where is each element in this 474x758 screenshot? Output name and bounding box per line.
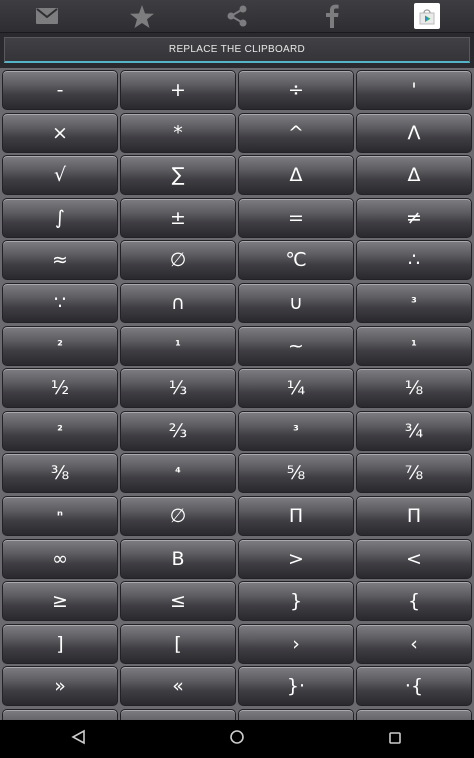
facebook-icon <box>325 4 339 28</box>
symbol-key[interactable]: ² <box>2 326 118 366</box>
symbol-key[interactable]: ∫ <box>2 198 118 238</box>
symbol-key[interactable]: ∅ <box>120 496 236 536</box>
symbol-key[interactable]: ℃ <box>238 240 354 280</box>
symbol-key[interactable]: ‹ <box>356 624 472 664</box>
symbol-key[interactable]: ] <box>2 624 118 664</box>
symbol-key[interactable]: ∴ <box>356 240 472 280</box>
symbol-key[interactable]: ⅝ <box>238 453 354 493</box>
symbol-key[interactable]: ∅ <box>120 240 236 280</box>
back-icon <box>71 729 87 749</box>
symbol-key[interactable]: } <box>238 581 354 621</box>
symbol-key[interactable]: Λ <box>356 113 472 153</box>
symbol-key[interactable]: ∩ <box>120 283 236 323</box>
symbol-key[interactable]: » <box>2 666 118 706</box>
symbol-key[interactable]: ∪ <box>238 283 354 323</box>
symbol-key[interactable]: B <box>120 539 236 579</box>
back-button[interactable] <box>49 720 109 758</box>
symbol-key[interactable]: ∵ <box>2 283 118 323</box>
symbol-key[interactable]: √ <box>2 155 118 195</box>
symbol-key[interactable]: ≠ <box>356 198 472 238</box>
symbol-key[interactable]: ¹ <box>120 326 236 366</box>
symbol-key[interactable]: ¼ <box>238 368 354 408</box>
top-action-bar <box>0 0 474 33</box>
symbol-key[interactable]: ≤ <box>120 581 236 621</box>
symbol-key[interactable]: = <box>238 198 354 238</box>
play-store-icon <box>413 3 440 29</box>
symbol-key[interactable]: ⅞ <box>356 453 472 493</box>
symbol-key[interactable] <box>120 709 236 720</box>
symbol-key[interactable]: Δ <box>356 155 472 195</box>
play-store-button[interactable] <box>379 0 474 32</box>
symbol-key[interactable]: Δ <box>238 155 354 195</box>
symbol-key[interactable]: ⁴ <box>120 453 236 493</box>
symbol-key[interactable]: × <box>2 113 118 153</box>
symbol-key[interactable]: ½ <box>2 368 118 408</box>
symbol-key[interactable]: ¾ <box>356 411 472 451</box>
symbol-key[interactable]: ^ <box>238 113 354 153</box>
mail-icon <box>36 8 59 24</box>
share-icon <box>226 5 248 27</box>
symbol-key[interactable]: ÷ <box>238 70 354 110</box>
symbol-keyboard: - + ÷ ' × * ^ Λ √ ∑ Δ Δ ∫ ± = ≠ ≈ ∅ ℃ ∴ ∵ ∩ ∪ ³ ² ¹ ~ ¹ ½ ⅓ ¼ ⅛ ² ⅔ ³ ¾ ⅜ ⁴ ⅝ ⅞… <box>0 68 474 720</box>
system-navigation-bar <box>0 720 474 758</box>
symbol-key[interactable]: - <box>2 70 118 110</box>
symbol-key[interactable]: ≈ <box>2 240 118 280</box>
symbol-key[interactable]: ∑ <box>120 155 236 195</box>
symbol-key[interactable]: < <box>356 539 472 579</box>
symbol-key[interactable]: ³ <box>238 411 354 451</box>
symbol-key[interactable]: ² <box>2 411 118 451</box>
symbol-key[interactable]: ' <box>356 70 472 110</box>
symbol-key[interactable]: ⅜ <box>2 453 118 493</box>
symbol-key[interactable]: [ <box>120 624 236 664</box>
symbol-key[interactable]: ~ <box>238 326 354 366</box>
symbol-key[interactable]: { <box>356 581 472 621</box>
star-icon <box>130 4 155 28</box>
home-button[interactable] <box>207 720 267 758</box>
symbol-key[interactable] <box>356 709 472 720</box>
share-button[interactable] <box>190 0 285 32</box>
symbol-key[interactable]: ≥ <box>2 581 118 621</box>
replace-clipboard-button[interactable]: REPLACE THE CLIPBOARD <box>4 37 470 63</box>
home-icon <box>229 729 245 749</box>
symbol-key[interactable]: ⅓ <box>120 368 236 408</box>
symbol-key[interactable]: Π <box>238 496 354 536</box>
symbol-key[interactable]: * <box>120 113 236 153</box>
symbol-key[interactable]: ∞ <box>2 539 118 579</box>
facebook-button[interactable] <box>284 0 379 32</box>
symbol-key[interactable]: « <box>120 666 236 706</box>
symbol-key[interactable]: ⅔ <box>120 411 236 451</box>
symbol-key[interactable]: ⅛ <box>356 368 472 408</box>
symbol-key[interactable]: › <box>238 624 354 664</box>
recents-icon <box>388 730 402 749</box>
symbol-key[interactable]: + <box>120 70 236 110</box>
symbol-key[interactable]: }· <box>238 666 354 706</box>
recents-button[interactable] <box>365 720 425 758</box>
symbol-key[interactable]: ·{ <box>356 666 472 706</box>
mail-button[interactable] <box>0 0 95 32</box>
symbol-key[interactable] <box>238 709 354 720</box>
symbol-key[interactable]: ± <box>120 198 236 238</box>
symbol-key[interactable]: ⁿ <box>2 496 118 536</box>
symbol-key[interactable]: > <box>238 539 354 579</box>
symbol-key[interactable]: ¹ <box>356 326 472 366</box>
symbol-key[interactable] <box>2 709 118 720</box>
favorite-button[interactable] <box>95 0 190 32</box>
symbol-key[interactable]: ³ <box>356 283 472 323</box>
symbol-key[interactable]: Π <box>356 496 472 536</box>
